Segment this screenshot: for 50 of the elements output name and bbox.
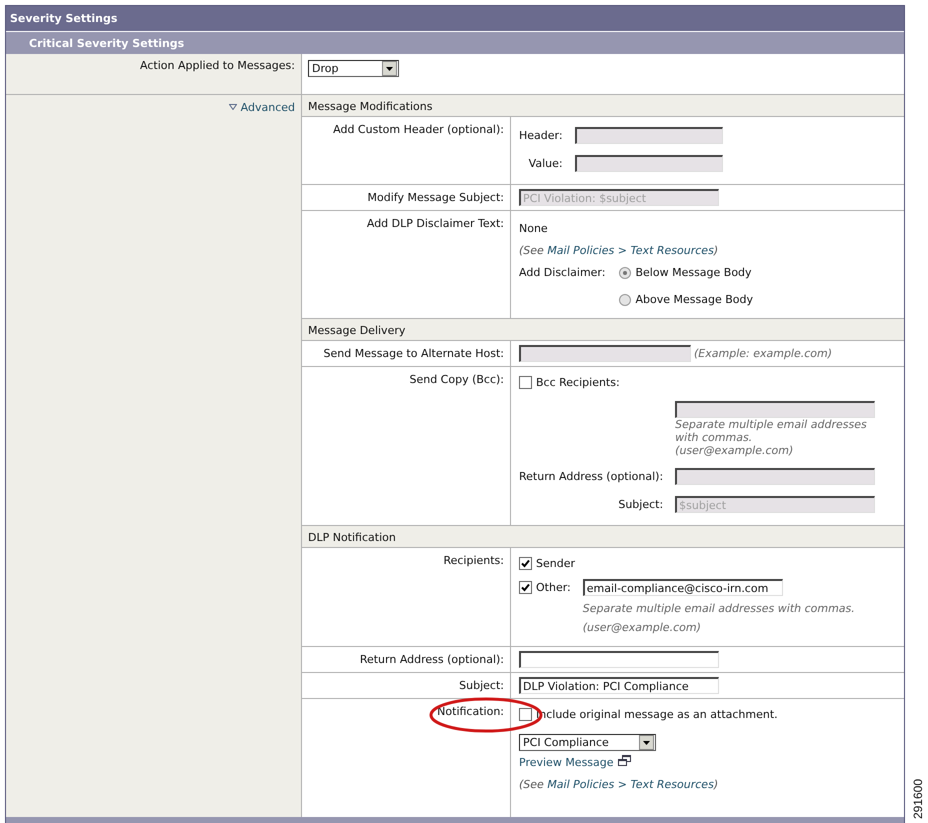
hint-text: (user@example.com) [675,444,794,457]
group-header: Message Delivery [302,319,904,341]
field-label: Return Address (optional): [360,653,504,666]
field-label: Send Copy (Bcc): [409,373,504,386]
option-label: Below Message Body [635,266,752,279]
reference-note: (See Mail Policies > Text Resources) [519,778,720,791]
checkbox[interactable] [519,581,532,594]
checkbox[interactable] [519,708,532,721]
field-label: Modify Message Subject: [368,191,504,204]
field-label: Add Disclaimer: [519,266,606,281]
radio-button[interactable] [619,294,632,306]
dropdown[interactable]: Drop [308,60,399,77]
field-label: Notification: [437,705,504,718]
hint-text: (user@example.com) [582,621,702,634]
group-header: Message Modifications [302,95,904,117]
input-field[interactable] [519,651,719,668]
checkbox[interactable] [519,557,532,570]
panel-title: Severity Settings [6,6,904,32]
input-field[interactable]: DLP Violation: PCI Compliance [519,677,719,694]
field-label: Subject: [618,498,664,511]
value-text: None [519,221,549,235]
hint-text: (Example: example.com) [694,347,832,360]
preview-link[interactable]: Preview Message [519,756,614,769]
field-label: Header: [519,129,563,142]
advanced-toggle[interactable]: Advanced [228,100,295,114]
checkbox-label: Sender [536,556,575,570]
new-window-icon [618,755,631,766]
checkbox-label: Bcc Recipients: [536,375,620,389]
group-header: DLP Notification [302,526,904,548]
field-label: Add DLP Disclaimer Text: [366,217,504,230]
field-label: Send Message to Alternate Host: [324,347,504,360]
dropdown[interactable]: PCI Compliance [519,734,656,751]
checkbox[interactable] [519,376,532,389]
field-label: Action Applied to Messages: [140,59,295,72]
link[interactable]: Mail Policies > Text Resources [547,778,714,791]
field-label: Subject: [459,679,504,692]
link[interactable]: Mail Policies > Text Resources [547,244,714,257]
radio-button[interactable] [619,266,632,278]
hint-text: Separate multiple email addresses with commas. [582,602,855,615]
figure-number: 291600 [911,778,925,819]
input-field[interactable]: email-compliance@cisco-irn.com [582,579,783,596]
option-label: Above Message Body [635,293,753,306]
section-title: Critical Severity Settings [6,32,904,54]
hint-text: Separate multiple email addresses with commas. [675,418,868,444]
field-label: Value: [528,157,563,170]
reference-note: (See Mail Policies > Text Resources) [519,244,720,257]
field-label: Recipients: [443,554,504,567]
field-label: Return Address (optional): [519,470,664,483]
field-label: Add Custom Header (optional): [333,123,504,136]
checkbox-label: Other: [536,580,571,594]
